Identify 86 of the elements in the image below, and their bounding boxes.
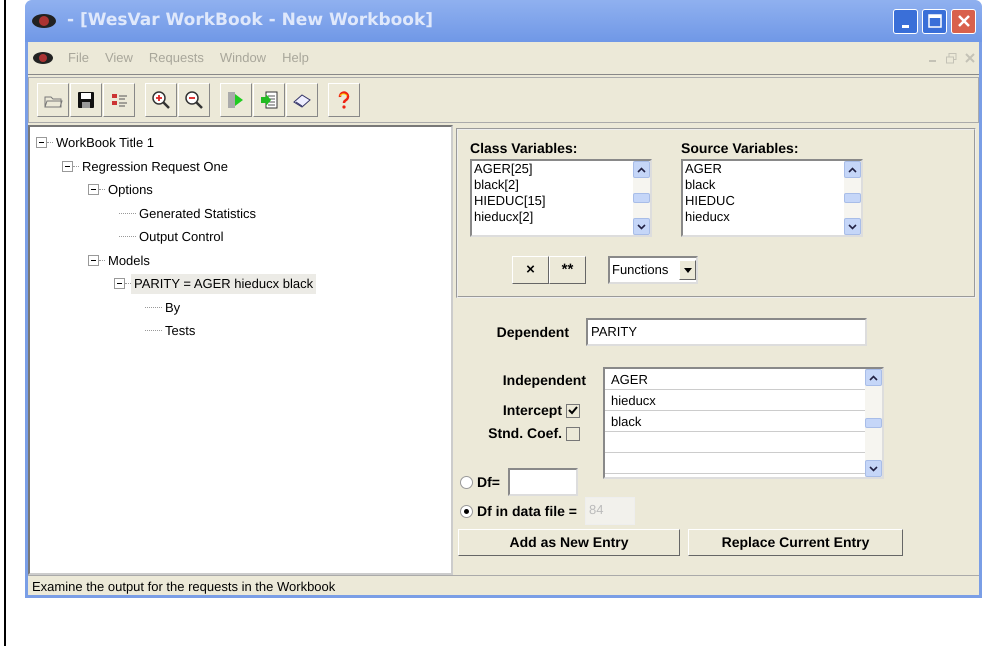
list-label: Class Variables: [470, 139, 578, 158]
collapse-icon[interactable] [62, 160, 73, 172]
export-document-icon [259, 90, 279, 110]
scroll-thumb[interactable] [633, 193, 650, 203]
minimize-button[interactable] [893, 8, 918, 34]
action-button[interactable]: Replace Current Entry [688, 529, 903, 556]
list-item[interactable]: hieducx [685, 209, 844, 225]
functions-dropdown[interactable]: Functions [608, 256, 698, 284]
tree-item[interactable]: WorkBook Title 1 [53, 133, 158, 152]
scroll-up-button[interactable] [844, 161, 861, 178]
tree-item[interactable]: Regression Request One [79, 156, 231, 176]
list-label: Source Variables: [681, 139, 800, 158]
scrollbar[interactable] [865, 369, 882, 477]
checkbox[interactable] [566, 404, 580, 418]
toolbar-button[interactable] [178, 83, 210, 117]
scroll-thumb[interactable] [865, 418, 882, 428]
scrollbar[interactable] [633, 161, 650, 235]
caret-down-icon [684, 268, 692, 272]
save-icon [76, 90, 96, 110]
chevron-down-icon [848, 224, 857, 230]
list-item[interactable]: AGER [605, 369, 865, 390]
df-field[interactable] [508, 468, 578, 496]
close-icon [956, 14, 970, 28]
list-item[interactable]: hieducx [605, 390, 865, 411]
independent-list[interactable]: AGER hieducx black [603, 367, 884, 479]
maximize-icon [928, 14, 942, 28]
checkbox-label: Stnd. Coef. [488, 424, 562, 443]
tree-item[interactable]: Tests [162, 321, 198, 340]
tree-item[interactable]: Generated Statistics [136, 204, 260, 223]
toolbar-button[interactable] [253, 83, 285, 117]
check-icon [568, 406, 578, 415]
list-item[interactable]: black [605, 411, 865, 432]
scroll-up-button[interactable] [633, 161, 650, 178]
radio-label: Df in data file = [477, 502, 577, 520]
collapse-icon[interactable] [88, 184, 99, 196]
collapse-icon[interactable] [36, 137, 47, 148]
class-variables-list[interactable]: AGER[25] black[2] HIEDUC[15] hieducx[2] [470, 159, 652, 237]
scroll-up-button[interactable] [865, 369, 882, 386]
checkbox[interactable] [566, 426, 580, 440]
app-logo-icon [31, 13, 57, 29]
tree-item[interactable]: PARITY = AGER hieducx black [131, 274, 316, 294]
dependent-field[interactable]: PARITY [586, 318, 867, 346]
chevron-down-icon [637, 224, 646, 230]
tree-item[interactable]: By [162, 298, 184, 317]
scrollbar[interactable] [844, 161, 861, 235]
list-item[interactable]: HIEDUC[15] [474, 193, 633, 209]
list-item[interactable]: AGER [685, 161, 844, 177]
maximize-button[interactable] [922, 8, 947, 34]
app-logo-icon [32, 51, 54, 65]
action-button[interactable]: Add as New Entry [458, 529, 680, 556]
scroll-down-button[interactable] [633, 218, 650, 235]
source-variables-list[interactable]: AGER black HIEDUC hieducx [681, 159, 863, 237]
tree-item[interactable]: Models [105, 250, 153, 270]
chevron-up-icon [637, 166, 646, 172]
field-label: Independent [502, 371, 586, 390]
zoom-out-icon [184, 90, 204, 110]
list-item[interactable]: HIEDUC [685, 193, 844, 209]
scroll-down-button[interactable] [865, 460, 882, 477]
toolbar-button[interactable] [145, 83, 177, 117]
list-item[interactable]: hieducx[2] [474, 209, 633, 225]
tree-item[interactable]: Options [105, 180, 156, 200]
radio-button[interactable] [460, 476, 473, 488]
close-button[interactable] [951, 8, 976, 34]
toolbar-button[interactable] [286, 83, 318, 117]
chevron-down-icon [869, 466, 878, 472]
radio-label: Df= [477, 472, 500, 492]
list-item[interactable]: AGER[25] [474, 161, 633, 177]
minimize-icon [902, 24, 909, 28]
window-title: - [WesVar WorkBook - New Workbook] [67, 9, 434, 32]
scroll-down-button[interactable] [844, 218, 861, 235]
tree-item[interactable]: Output Control [136, 227, 227, 246]
operator-button[interactable]: × [512, 256, 549, 284]
toolbar-button[interactable] [70, 83, 102, 117]
checkbox-label: Intercept [502, 401, 562, 420]
scroll-thumb[interactable] [844, 193, 861, 203]
zoom-in-icon [151, 90, 171, 110]
collapse-icon[interactable] [114, 278, 125, 290]
list-item[interactable]: black [685, 177, 844, 193]
status-text: Examine the output for the requests in the Workbook [32, 579, 336, 594]
chevron-up-icon [848, 166, 857, 172]
operator-button[interactable]: ** [549, 256, 586, 284]
chevron-up-icon [869, 374, 878, 380]
collapse-icon[interactable] [88, 254, 99, 266]
field-label: Dependent [496, 322, 570, 342]
toolbar-button[interactable] [103, 83, 135, 117]
list-item[interactable]: black[2] [474, 177, 633, 193]
